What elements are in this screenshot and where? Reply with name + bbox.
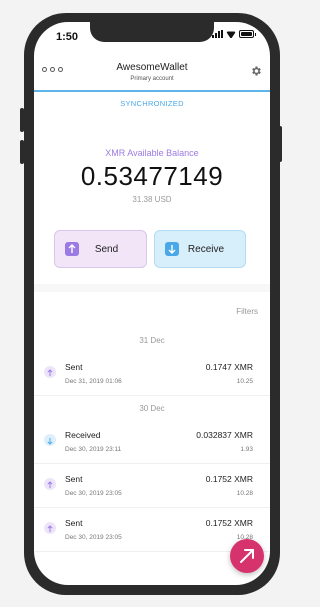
transaction-date: Dec 31, 2019 01:06 bbox=[65, 378, 122, 385]
receive-button-label: Receive bbox=[187, 243, 225, 255]
transaction-fiat: 10.28 bbox=[236, 490, 253, 497]
send-button[interactable]: Send bbox=[54, 230, 147, 268]
send-button-label: Send bbox=[94, 243, 119, 255]
balance-label: XMR Available Balance bbox=[105, 148, 199, 158]
wallet-name[interactable]: AwesomeWallet bbox=[34, 62, 270, 73]
arrow-down-icon bbox=[165, 242, 179, 256]
phone-side-button bbox=[278, 126, 282, 162]
status-icons bbox=[212, 30, 256, 38]
transaction-row[interactable]: Sent Dec 30, 2019 23:05 0.1752 XMR 10.28 bbox=[34, 466, 270, 508]
wifi-icon bbox=[226, 30, 236, 38]
date-header: 31 Dec bbox=[139, 336, 165, 345]
sent-arrow-icon bbox=[44, 522, 56, 534]
transaction-fiat: 1.93 bbox=[240, 446, 253, 453]
app-header: AwesomeWallet Primary account bbox=[34, 56, 270, 90]
transaction-date: Dec 30, 2019 23:11 bbox=[65, 446, 122, 453]
transaction-date: Dec 30, 2019 23:05 bbox=[65, 490, 122, 497]
transaction-row[interactable]: Sent Dec 31, 2019 01:06 0.1747 XMR 10.25 bbox=[34, 354, 270, 396]
transaction-amount: 0.1752 XMR bbox=[205, 474, 253, 484]
signal-icon bbox=[212, 30, 223, 38]
transaction-row[interactable]: Received Dec 30, 2019 23:11 0.032837 XMR… bbox=[34, 422, 270, 464]
send-fab-button[interactable] bbox=[230, 539, 264, 573]
sent-arrow-icon bbox=[44, 478, 56, 490]
arrow-up-icon bbox=[65, 242, 79, 256]
phone-side-button bbox=[20, 108, 24, 132]
transaction-amount: 0.1752 XMR bbox=[205, 518, 253, 528]
notch bbox=[90, 22, 214, 42]
section-divider bbox=[34, 284, 270, 292]
transaction-type: Received bbox=[65, 430, 101, 440]
transaction-fiat: 10.25 bbox=[236, 378, 253, 385]
transaction-type: Sent bbox=[65, 474, 83, 484]
date-header: 30 Dec bbox=[139, 404, 165, 413]
transaction-type: Sent bbox=[65, 362, 83, 372]
balance-value: 0.53477149 bbox=[80, 161, 224, 191]
balance-fiat: 31.38 USD bbox=[132, 195, 172, 204]
header-underline bbox=[34, 90, 270, 92]
transaction-amount: 0.032837 XMR bbox=[196, 430, 253, 440]
battery-icon bbox=[239, 30, 256, 38]
phone-side-button bbox=[20, 140, 24, 164]
app-screen: 1:50 AwesomeWallet Primary account SYNCH… bbox=[34, 22, 270, 585]
sync-status: SYNCHRONIZED bbox=[120, 99, 184, 108]
receive-button[interactable]: Receive bbox=[154, 230, 246, 268]
transaction-date: Dec 30, 2019 23:05 bbox=[65, 534, 122, 541]
transaction-amount: 0.1747 XMR bbox=[205, 362, 253, 372]
send-arrow-icon bbox=[240, 549, 254, 563]
status-time: 1:50 bbox=[56, 31, 79, 43]
sent-arrow-icon bbox=[44, 366, 56, 378]
wallet-subtitle: Primary account bbox=[130, 76, 174, 82]
transaction-type: Sent bbox=[65, 518, 83, 528]
filters-button[interactable]: Filters bbox=[236, 307, 258, 316]
gear-icon[interactable] bbox=[250, 65, 262, 77]
received-arrow-icon bbox=[44, 434, 56, 446]
